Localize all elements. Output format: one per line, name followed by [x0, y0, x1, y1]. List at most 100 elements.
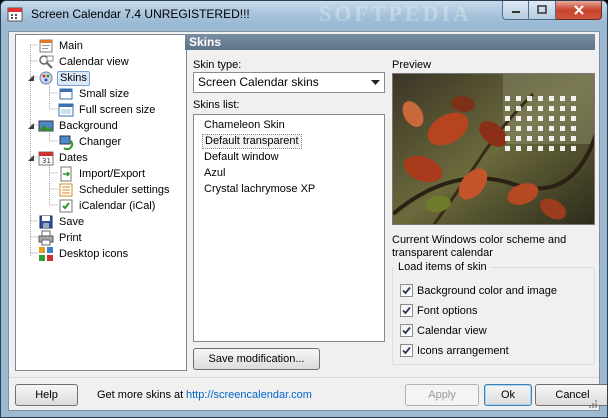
ok-button[interactable]: Ok — [484, 384, 532, 406]
skin-list-item[interactable]: Crystal lachrymose XP — [202, 182, 317, 197]
tree-item-skins[interactable]: Skins — [38, 70, 90, 86]
tree-item-icalendar-ical[interactable]: iCalendar (iCal) — [58, 198, 157, 214]
mini-calendar-day — [549, 106, 554, 111]
tree-item-label: Dates — [59, 151, 88, 164]
more-skins-link[interactable]: http://screencalendar.com — [186, 389, 312, 401]
mini-calendar-day — [527, 126, 532, 131]
skin-preview-image — [392, 73, 595, 225]
checkbox[interactable] — [400, 344, 413, 357]
save-modification-button[interactable]: Save modification... — [193, 348, 320, 370]
skin-description-line1: Current Windows color scheme and — [392, 234, 567, 246]
tree-item-import-export[interactable]: Import/Export — [58, 166, 147, 182]
ical-icon — [59, 199, 73, 213]
skin-type-label: Skin type: — [193, 59, 242, 71]
resize-grip-icon[interactable] — [588, 399, 598, 409]
mini-calendar-day — [505, 146, 510, 151]
mini-calendar-day — [560, 136, 565, 141]
tree-item-background[interactable]: Background — [38, 118, 120, 134]
tree-item-label: Save — [59, 215, 85, 228]
skin-list-item[interactable]: Default window — [202, 150, 281, 165]
background-icon — [38, 120, 54, 132]
mini-calendar-day — [538, 126, 543, 131]
window-title: Screen Calendar 7.4 UNREGISTERED!!! — [31, 7, 250, 21]
mini-calendar-day — [505, 116, 510, 121]
mini-calendar-day — [516, 96, 521, 101]
dropdown-arrow[interactable] — [367, 73, 384, 92]
mini-calendar-day — [571, 146, 576, 151]
close-window-button[interactable] — [556, 1, 602, 20]
import-export-icon — [60, 166, 72, 182]
tree-item-scheduler-settings[interactable]: Scheduler settings — [58, 182, 172, 198]
close-icon — [573, 5, 584, 15]
skin-list-item[interactable]: Azul — [202, 166, 227, 181]
tree-item-dates[interactable]: 31 Dates — [38, 150, 90, 166]
minimize-button[interactable] — [502, 1, 529, 20]
mini-calendar-day — [549, 136, 554, 141]
tree-item-label: Main — [59, 39, 83, 52]
maximize-icon — [537, 5, 547, 14]
checkbox[interactable] — [400, 284, 413, 297]
checkbox-label: Background color and image — [417, 284, 558, 297]
footer-separator — [9, 377, 599, 378]
changer-icon — [59, 135, 74, 150]
skin-description-line2: transparent calendar — [392, 247, 493, 259]
apply-button[interactable]: Apply — [405, 384, 479, 406]
load-item-checkbox-row[interactable]: Font options — [400, 303, 478, 318]
title-bar[interactable]: Screen Calendar 7.4 UNREGISTERED!!! SOFT… — [1, 1, 607, 27]
skin-list-item[interactable]: Chameleon Skin — [202, 118, 287, 133]
checkbox[interactable] — [400, 304, 413, 317]
skins-listbox[interactable]: Chameleon Skin Default transparent Default… — [193, 114, 385, 342]
tree-item-small-size[interactable]: Small size — [58, 86, 131, 102]
checkbox-label: Font options — [417, 304, 478, 317]
load-items-title: Load items of skin — [395, 261, 490, 273]
settings-dialog-body: Main Calendar view Skins Small size Full scr… — [8, 31, 607, 411]
tree-item-main[interactable]: Main — [38, 38, 85, 54]
mini-calendar-day — [527, 146, 532, 151]
mini-calendar-day — [516, 106, 521, 111]
tree-item-label: Full screen size — [79, 103, 156, 116]
load-item-checkbox-row[interactable]: Calendar view — [400, 323, 487, 338]
checkbox-label: Icons arrangement — [417, 344, 509, 357]
tree-item-label: Calendar view — [59, 55, 129, 68]
mini-calendar-day — [571, 116, 576, 121]
checkbox-label: Calendar view — [417, 324, 487, 337]
checkmark-icon — [402, 346, 411, 355]
mini-calendar-day — [538, 116, 543, 121]
maximize-button[interactable] — [529, 1, 556, 20]
home-page-icon — [39, 39, 53, 53]
scheduler-icon — [59, 183, 73, 197]
mini-calendar-day — [571, 136, 576, 141]
tree-item-desktop-icons[interactable]: Desktop icons — [38, 246, 130, 262]
mini-calendar-day — [527, 106, 532, 111]
tree-expanded-arrow-icon[interactable] — [27, 74, 35, 82]
tree-item-calendar-view[interactable]: Calendar view — [38, 54, 131, 70]
skins-icon — [39, 71, 53, 85]
mini-calendar-day — [527, 96, 532, 101]
autumn-leaves-preview — [393, 74, 594, 224]
tree-item-full-screen-size[interactable]: Full screen size — [58, 102, 157, 118]
dates-icon: 31 — [38, 151, 54, 166]
tree-item-save[interactable]: Save — [38, 214, 86, 230]
app-calendar-icon — [7, 7, 23, 22]
tree-item-label: Print — [59, 231, 82, 244]
skin-type-dropdown[interactable]: Screen Calendar skins — [193, 72, 385, 93]
tree-expanded-arrow-icon[interactable] — [27, 122, 35, 130]
checkbox[interactable] — [400, 324, 413, 337]
tree-item-changer[interactable]: Changer — [58, 134, 123, 150]
tree-item-label: Desktop icons — [59, 247, 129, 260]
skins-panel-header: Skins — [185, 34, 595, 50]
tree-item-print[interactable]: Print — [38, 230, 84, 246]
load-item-checkbox-row[interactable]: Icons arrangement — [400, 343, 509, 358]
mini-calendar-day — [505, 106, 510, 111]
mini-calendar-day — [549, 96, 554, 101]
mini-calendar-day — [538, 136, 543, 141]
help-button[interactable]: Help — [15, 384, 78, 406]
mini-calendar-day — [560, 126, 565, 131]
settings-tree[interactable]: Main Calendar view Skins Small size Full scr… — [15, 34, 187, 371]
chevron-down-icon — [371, 79, 380, 85]
load-item-checkbox-row[interactable]: Background color and image — [400, 283, 557, 298]
skins-list-label: Skins list: — [193, 99, 240, 111]
skin-list-item[interactable]: Default transparent — [202, 134, 302, 149]
mini-calendar-day — [560, 116, 565, 121]
tree-expanded-arrow-icon[interactable] — [27, 154, 35, 162]
